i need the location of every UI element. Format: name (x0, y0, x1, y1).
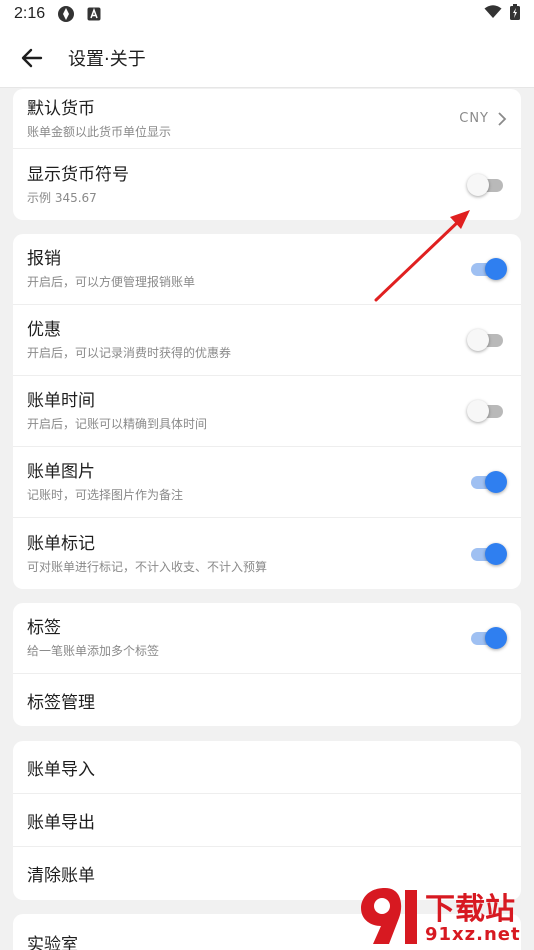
watermark-91-icon (361, 888, 417, 944)
watermark-logo: 下载站 91xz.net (355, 882, 534, 950)
wifi-icon (484, 5, 502, 23)
show-currency-symbol-toggle[interactable] (467, 172, 507, 198)
feature-row: 报销开启后，可以方便管理报销账单 (13, 234, 521, 305)
feature-toggle[interactable] (467, 398, 507, 424)
feature-toggle[interactable] (467, 469, 507, 495)
toggle-knob (485, 471, 507, 493)
bill-import-label: 账单导入 (27, 759, 95, 780)
bill-export-label: 账单导出 (27, 812, 95, 833)
feature-row: 账单时间开启后，记账可以精确到具体时间 (13, 376, 521, 447)
currency-card: 默认货币 账单金额以此货币单位显示 CNY 显示货币符号 示例 345.67 (13, 89, 521, 220)
toggle-knob (485, 542, 507, 565)
bill-export-row[interactable]: 账单导出 (13, 794, 521, 847)
show-currency-symbol-row: 显示货币符号 示例 345.67 (13, 149, 521, 220)
tags-toggle[interactable] (467, 625, 507, 651)
toggle-knob (485, 258, 507, 280)
default-currency-subtitle: 账单金额以此货币单位显示 (27, 124, 172, 139)
feature-subtitle: 记账时，可选择图片作为备注 (27, 488, 184, 502)
feature-toggle[interactable] (467, 256, 507, 282)
show-currency-symbol-title: 显示货币符号 (27, 164, 129, 185)
lab-label: 实验室 (27, 934, 78, 950)
default-currency-row[interactable]: 默认货币 账单金额以此货币单位显示 CNY (13, 89, 521, 149)
feature-row: 优惠开启后，可以记录消费时获得的优惠券 (13, 305, 521, 376)
tag-manage-row[interactable]: 标签管理 (13, 674, 521, 726)
feature-title: 报销 (27, 249, 61, 269)
feature-subtitle: 开启后，记账可以精确到具体时间 (27, 417, 208, 431)
feature-title: 账单图片 (27, 462, 95, 482)
bill-import-row[interactable]: 账单导入 (13, 741, 521, 794)
show-currency-symbol-subtitle: 示例 345.67 (27, 190, 97, 205)
tags-title: 标签 (27, 618, 61, 638)
page-title: 设置·关于 (68, 48, 146, 70)
bill-data-card: 账单导入 账单导出 清除账单 (13, 741, 521, 900)
battery-icon (510, 4, 520, 24)
tags-card: 标签 给一笔账单添加多个标签 标签管理 (13, 603, 521, 726)
chevron-right-icon (498, 111, 507, 126)
feature-title: 账单标记 (27, 533, 95, 554)
tags-subtitle: 给一笔账单添加多个标签 (27, 644, 160, 658)
feature-subtitle: 开启后，可以记录消费时获得的优惠券 (27, 346, 232, 360)
back-button[interactable] (0, 28, 64, 88)
feature-title: 优惠 (27, 320, 61, 340)
toggle-knob (485, 627, 507, 649)
status-time: 2:16 (14, 5, 46, 22)
feature-toggle[interactable] (467, 327, 507, 353)
currency-value: CNY (459, 111, 489, 126)
tag-manage-label: 标签管理 (27, 692, 95, 713)
a-notification-icon (87, 7, 101, 21)
feature-subtitle: 可对账单进行标记，不计入收支、不计入预算 (27, 559, 268, 574)
toggle-knob (467, 400, 489, 422)
feature-row: 账单图片记账时，可选择图片作为备注 (13, 447, 521, 518)
feature-title: 账单时间 (27, 391, 95, 411)
status-bar: 2:16 (0, 0, 534, 28)
toggle-knob (467, 329, 489, 351)
app-bar: 设置·关于 (0, 28, 534, 88)
default-currency-title: 默认货币 (27, 98, 95, 119)
clear-bills-label: 清除账单 (27, 866, 95, 886)
feature-row: 账单标记可对账单进行标记，不计入收支、不计入预算 (13, 518, 521, 589)
features-card: 报销 开启后，可以方便管理报销账单 优惠 开启后，可以记录消费时获得的优惠券 账单时间开… (13, 234, 521, 589)
watermark-title: 下载站 (425, 892, 515, 927)
feature-subtitle: 开启后，可以方便管理报销账单 (27, 275, 196, 289)
app-notification-icon (57, 5, 75, 23)
watermark-url: 91xz.net (425, 924, 521, 945)
feature-toggle[interactable] (467, 541, 507, 567)
currency-value-link[interactable]: CNY (459, 111, 507, 126)
tags-row: 标签 给一笔账单添加多个标签 (13, 603, 521, 674)
arrow-left-icon (21, 48, 43, 67)
toggle-knob (467, 173, 489, 196)
